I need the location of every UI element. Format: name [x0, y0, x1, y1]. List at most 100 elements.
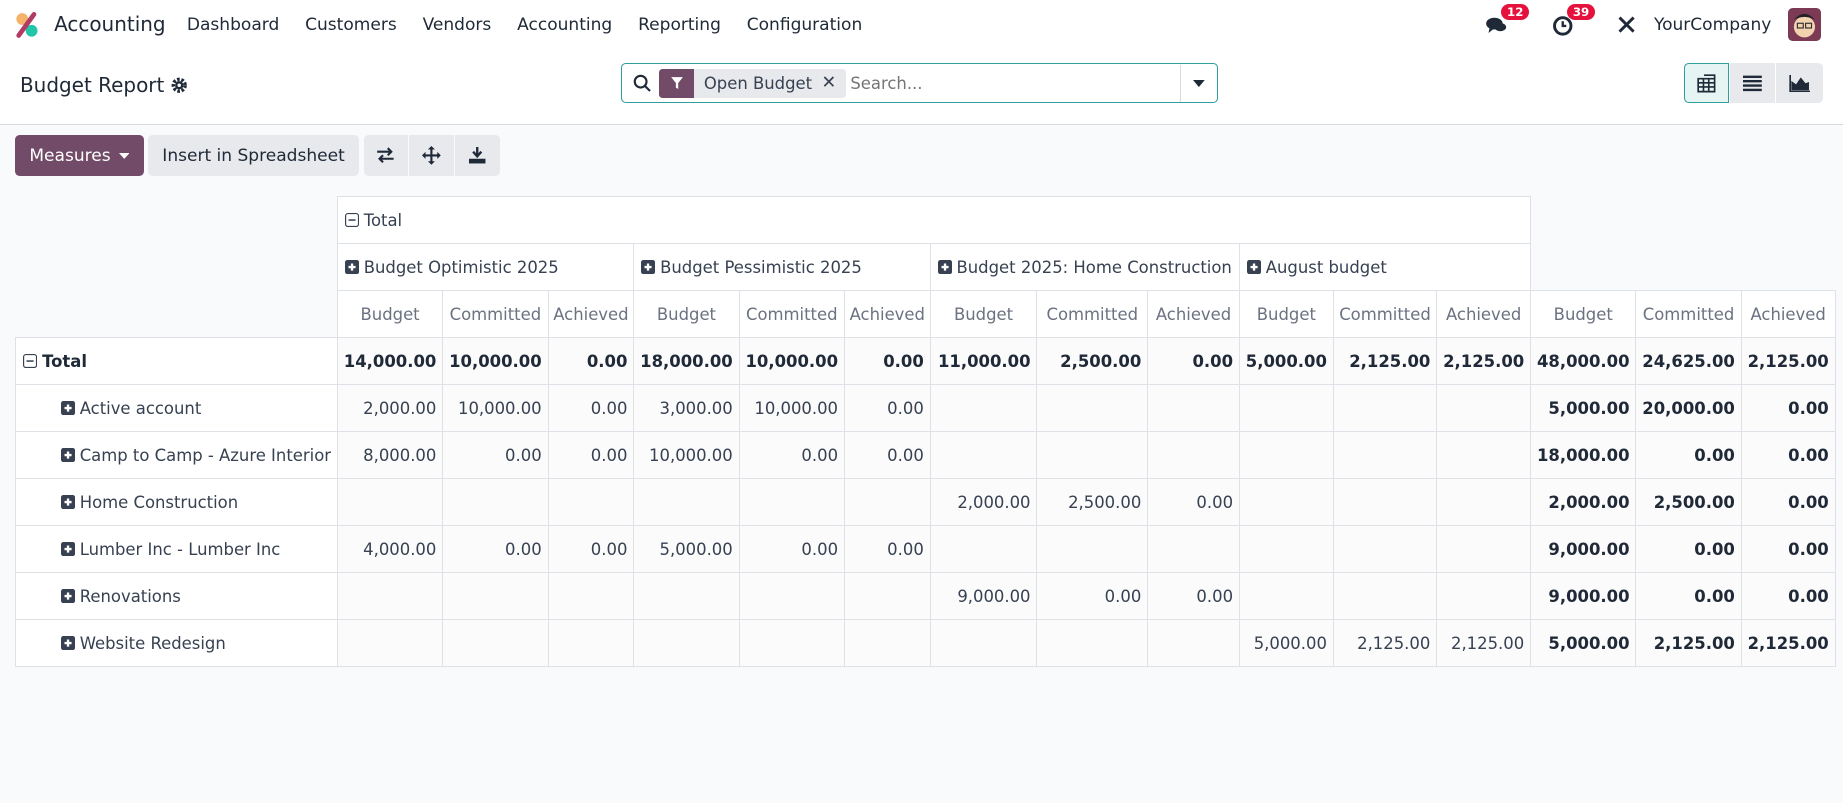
pivot-cell[interactable]: 5,000.00 — [1530, 384, 1637, 433]
pivot-cell[interactable]: 0.00 — [1740, 431, 1836, 480]
measure-header[interactable]: Budget — [1530, 290, 1637, 339]
pivot-cell[interactable]: 0.00 — [738, 525, 845, 574]
pivot-cell[interactable]: 3,000.00 — [633, 384, 740, 433]
remove-facet-icon[interactable]: ✕ — [821, 73, 845, 93]
pivot-cell[interactable] — [843, 478, 931, 527]
graph-view-button[interactable] — [1776, 63, 1824, 104]
pivot-cell[interactable]: 2,125.00 — [1436, 619, 1532, 668]
row-header[interactable]: Renovations — [15, 572, 338, 621]
pivot-cell[interactable] — [929, 431, 1038, 480]
pivot-cell[interactable]: 10,000.00 — [738, 337, 845, 386]
pivot-cell[interactable] — [1332, 525, 1438, 574]
expand-all-button[interactable] — [409, 135, 455, 177]
pivot-cell[interactable]: 0.00 — [1740, 384, 1836, 433]
pivot-cell[interactable] — [1147, 384, 1240, 433]
pivot-cell[interactable]: 0.00 — [1147, 572, 1240, 621]
list-view-button[interactable] — [1730, 63, 1775, 104]
row-header[interactable]: Home Construction — [15, 478, 338, 527]
pivot-cell[interactable] — [1147, 431, 1240, 480]
pivot-cell[interactable] — [1036, 525, 1149, 574]
pivot-cell[interactable]: 2,125.00 — [1332, 619, 1438, 668]
pivot-cell[interactable]: 0.00 — [547, 431, 635, 480]
measure-header[interactable]: Committed — [1635, 290, 1742, 339]
pivot-cell[interactable] — [1332, 431, 1438, 480]
pivot-cell[interactable]: 10,000.00 — [633, 431, 740, 480]
download-button[interactable] — [455, 135, 500, 177]
pivot-cell[interactable]: 10,000.00 — [442, 384, 549, 433]
pivot-cell[interactable]: 2,500.00 — [1635, 478, 1742, 527]
pivot-cell[interactable] — [738, 619, 845, 668]
pivot-cell[interactable]: 0.00 — [1036, 572, 1149, 621]
pivot-cell[interactable] — [547, 478, 635, 527]
pivot-cell[interactable] — [442, 572, 549, 621]
pivot-cell[interactable]: 2,125.00 — [1635, 619, 1742, 668]
pivot-cell[interactable]: 9,000.00 — [929, 572, 1038, 621]
pivot-cell[interactable] — [1036, 431, 1149, 480]
measures-button[interactable]: Measures — [15, 135, 144, 177]
insert-spreadsheet-button[interactable]: Insert in Spreadsheet — [148, 135, 359, 177]
pivot-cell[interactable] — [929, 384, 1038, 433]
pivot-cell[interactable]: 10,000.00 — [738, 384, 845, 433]
pivot-cell[interactable] — [1436, 572, 1532, 621]
pivot-cell[interactable]: 20,000.00 — [1635, 384, 1742, 433]
pivot-cell[interactable] — [442, 619, 549, 668]
measure-header[interactable]: Achieved — [843, 290, 931, 339]
row-header[interactable]: Total — [15, 337, 338, 386]
measure-header[interactable]: Budget — [1238, 290, 1334, 339]
pivot-cell[interactable]: 48,000.00 — [1530, 337, 1637, 386]
pivot-cell[interactable]: 0.00 — [1635, 572, 1742, 621]
flip-axis-button[interactable] — [363, 135, 409, 177]
measure-header[interactable]: Achieved — [547, 290, 635, 339]
pivot-cell[interactable] — [547, 572, 635, 621]
pivot-cell[interactable]: 0.00 — [547, 525, 635, 574]
pivot-cell[interactable]: 0.00 — [1635, 525, 1742, 574]
pivot-cell[interactable]: 2,000.00 — [336, 384, 444, 433]
pivot-cell[interactable]: 0.00 — [843, 384, 931, 433]
pivot-cell[interactable]: 2,500.00 — [1036, 337, 1149, 386]
search-input[interactable] — [845, 66, 1181, 100]
menu-accounting[interactable]: Accounting — [504, 15, 625, 35]
pivot-cell[interactable] — [1147, 619, 1240, 668]
pivot-cell[interactable] — [1238, 572, 1334, 621]
pivot-cell[interactable] — [1238, 384, 1334, 433]
activities-button[interactable]: 39 — [1551, 3, 1596, 37]
pivot-cell[interactable] — [1436, 478, 1532, 527]
measure-header[interactable]: Committed — [738, 290, 845, 339]
pivot-cell[interactable]: 0.00 — [547, 384, 635, 433]
tools-icon[interactable] — [1616, 14, 1637, 35]
col-header-total[interactable]: Total — [336, 196, 1532, 245]
row-header[interactable]: Active account — [15, 384, 338, 433]
pivot-cell[interactable]: 5,000.00 — [1238, 337, 1334, 386]
pivot-cell[interactable] — [1238, 525, 1334, 574]
gear-icon[interactable] — [171, 77, 188, 93]
app-name[interactable]: Accounting — [54, 12, 166, 36]
company-switcher[interactable]: YourCompany — [1654, 15, 1771, 35]
pivot-cell[interactable] — [1036, 384, 1149, 433]
row-header[interactable]: Lumber Inc - Lumber Inc — [15, 525, 338, 574]
pivot-cell[interactable]: 2,000.00 — [929, 478, 1038, 527]
measure-header[interactable]: Budget — [929, 290, 1038, 339]
pivot-cell[interactable]: 2,125.00 — [1436, 337, 1532, 386]
measure-header[interactable]: Committed — [1036, 290, 1149, 339]
pivot-cell[interactable]: 0.00 — [1635, 431, 1742, 480]
col-header-group[interactable]: August budget — [1238, 243, 1532, 292]
pivot-cell[interactable]: 4,000.00 — [336, 525, 444, 574]
pivot-cell[interactable] — [1436, 525, 1532, 574]
pivot-cell[interactable]: 11,000.00 — [929, 337, 1038, 386]
measure-header[interactable]: Budget — [336, 290, 444, 339]
messages-button[interactable]: 12 — [1485, 3, 1530, 37]
pivot-cell[interactable]: 8,000.00 — [336, 431, 444, 480]
pivot-cell[interactable]: 0.00 — [1740, 478, 1836, 527]
pivot-cell[interactable]: 0.00 — [442, 431, 549, 480]
pivot-cell[interactable] — [442, 478, 549, 527]
pivot-cell[interactable]: 2,000.00 — [1530, 478, 1637, 527]
pivot-cell[interactable] — [1436, 384, 1532, 433]
pivot-cell[interactable] — [738, 478, 845, 527]
menu-configuration[interactable]: Configuration — [734, 15, 875, 35]
col-header-group[interactable]: Budget Optimistic 2025 — [336, 243, 635, 292]
pivot-cell[interactable]: 0.00 — [843, 337, 931, 386]
pivot-view-button[interactable] — [1684, 63, 1729, 104]
pivot-cell[interactable] — [1238, 478, 1334, 527]
pivot-cell[interactable]: 5,000.00 — [1238, 619, 1334, 668]
pivot-cell[interactable] — [633, 478, 740, 527]
